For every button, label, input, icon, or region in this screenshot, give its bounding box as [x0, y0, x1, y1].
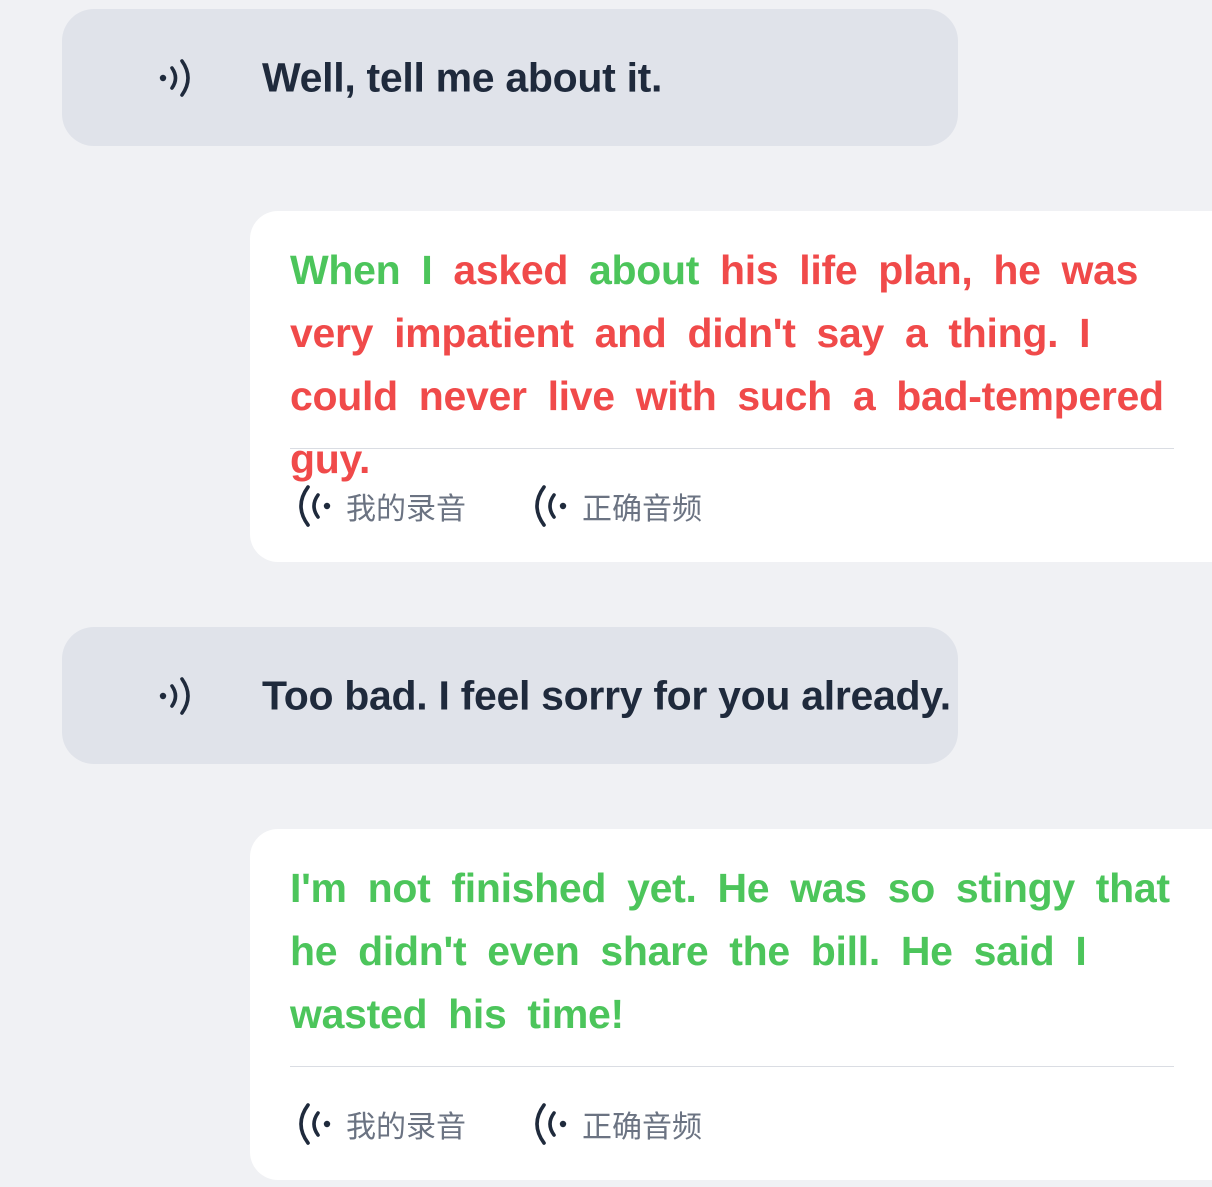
answer-card: I'm not finished yet. He was so stingy t… — [250, 829, 1212, 1180]
answer-word-incorrect: didn't — [687, 310, 796, 356]
answer-word-incorrect: his — [720, 247, 779, 293]
answer-word-incorrect: a — [904, 310, 928, 356]
answer-word-incorrect: could — [290, 373, 398, 419]
answer-word-correct: stingy — [955, 865, 1075, 911]
answer-word-correct: the — [729, 928, 790, 974]
answer-word-incorrect: with — [635, 373, 717, 419]
answer-word-incorrect: say — [816, 310, 885, 356]
answer-word-correct: I — [421, 247, 433, 293]
divider — [290, 1066, 1174, 1067]
answer-word-correct: that — [1095, 865, 1170, 911]
answer-word-incorrect: was — [1061, 247, 1139, 293]
audio-wave-icon — [290, 1101, 334, 1147]
answer-text: When I asked about his life plan, he was… — [290, 239, 1190, 491]
prompt-text: Too bad. I feel sorry for you already. — [262, 672, 951, 718]
answer-word-incorrect: guy. — [290, 436, 371, 482]
correct-audio-button[interactable]: 正确音频 — [526, 483, 702, 529]
audio-wave-icon — [526, 1101, 570, 1147]
my-recording-button[interactable]: 我的录音 — [290, 483, 466, 529]
answer-word-incorrect: plan, — [878, 247, 973, 293]
answer-word-incorrect: very — [290, 310, 374, 356]
speaker-icon[interactable] — [158, 56, 200, 100]
answer-word-correct: yet. — [627, 865, 697, 911]
audio-wave-icon — [526, 483, 570, 529]
answer-word-incorrect: life — [799, 247, 858, 293]
answer-word-incorrect: such — [737, 373, 832, 419]
answer-word-incorrect: I — [1079, 310, 1091, 356]
answer-word-incorrect: thing. — [948, 310, 1059, 356]
correct-audio-button[interactable]: 正确音频 — [526, 1101, 702, 1147]
answer-word-incorrect: impatient — [394, 310, 574, 356]
answer-word-correct: his — [448, 991, 507, 1037]
answer-word-correct: He — [717, 865, 770, 911]
answer-word-correct: was — [790, 865, 867, 911]
answer-word-incorrect: bad-tempered — [896, 373, 1164, 419]
answer-word-correct: wasted — [290, 991, 428, 1037]
answer-word-incorrect: never — [418, 373, 527, 419]
answer-word-correct: about — [589, 247, 700, 293]
speaker-icon[interactable] — [158, 674, 200, 718]
divider — [290, 448, 1174, 449]
answer-word-correct: I'm — [290, 865, 347, 911]
answer-word-correct: even — [487, 928, 580, 974]
answer-word-correct: He — [900, 928, 953, 974]
answer-word-incorrect: live — [547, 373, 615, 419]
audio-controls: 我的录音 正确音频 — [290, 1101, 762, 1147]
answer-word-correct: When — [290, 247, 401, 293]
audio-controls: 我的录音 正确音频 — [290, 483, 762, 529]
answer-text: I'm not finished yet. He was so stingy t… — [290, 857, 1190, 1046]
prompt-text: Well, tell me about it. — [262, 54, 663, 100]
answer-word-correct: not — [367, 865, 431, 911]
answer-word-correct: time! — [527, 991, 624, 1037]
answer-word-correct: so — [887, 865, 936, 911]
answer-word-incorrect: a — [852, 373, 876, 419]
my-recording-label: 我的录音 — [346, 1110, 466, 1145]
answer-word-correct: didn't — [358, 928, 467, 974]
correct-audio-label: 正确音频 — [582, 492, 702, 527]
prompt-bubble: Too bad. I feel sorry for you already. — [62, 627, 958, 764]
correct-audio-label: 正确音频 — [582, 1110, 702, 1145]
answer-word-correct: bill. — [810, 928, 880, 974]
answer-word-incorrect: asked — [453, 247, 569, 293]
answer-card: When I asked about his life plan, he was… — [250, 211, 1212, 562]
answer-word-incorrect: he — [993, 247, 1041, 293]
audio-wave-icon — [290, 483, 334, 529]
my-recording-button[interactable]: 我的录音 — [290, 1101, 466, 1147]
answer-word-correct: finished — [451, 865, 607, 911]
answer-word-correct: I — [1075, 928, 1087, 974]
answer-word-correct: he — [290, 928, 338, 974]
answer-word-incorrect: and — [594, 310, 667, 356]
prompt-bubble: Well, tell me about it. — [62, 9, 958, 146]
answer-word-correct: share — [600, 928, 709, 974]
answer-word-correct: said — [973, 928, 1055, 974]
my-recording-label: 我的录音 — [346, 492, 466, 527]
